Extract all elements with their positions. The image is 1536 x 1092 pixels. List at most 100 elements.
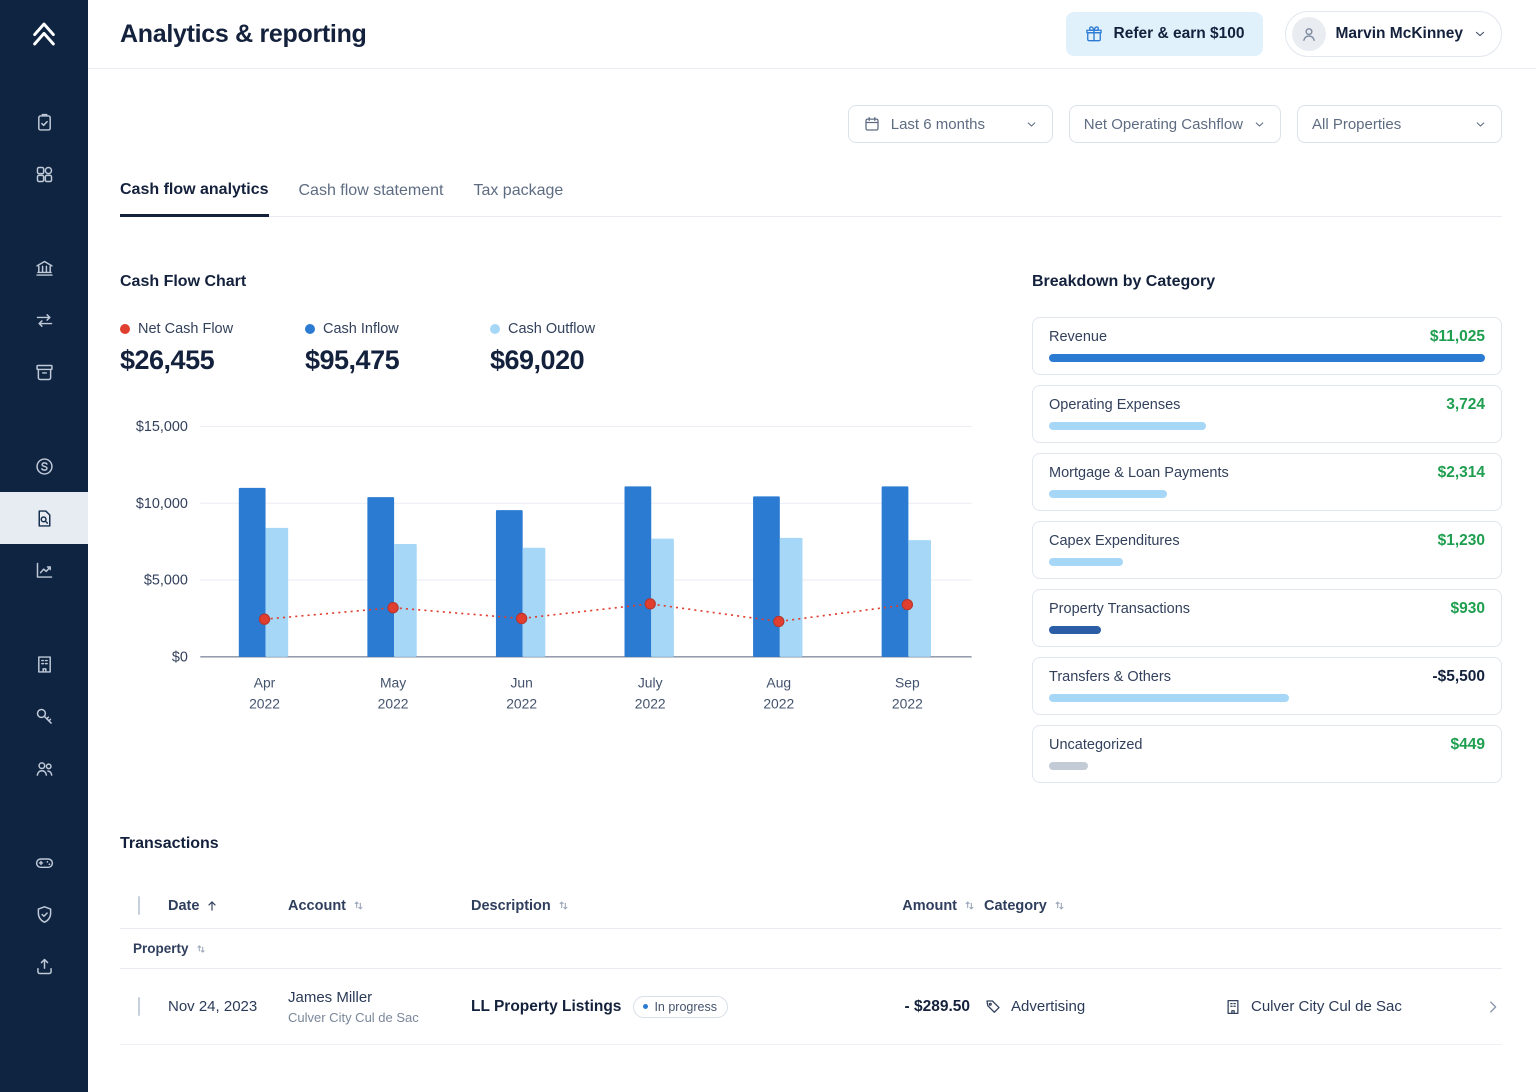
legend-net-cash-flow: Net Cash Flow $26,455 [120, 321, 305, 376]
breakdown-card-uncategorized[interactable]: Uncategorized$449 [1032, 725, 1502, 783]
svg-text:2022: 2022 [506, 695, 537, 711]
column-header-date[interactable]: Date [168, 898, 288, 914]
operating-expenses-bar [1049, 422, 1206, 430]
logo-icon [29, 19, 59, 49]
sidebar-item-integrations[interactable] [0, 836, 88, 888]
breakdown-card-operating-expenses[interactable]: Operating Expenses3,724 [1032, 385, 1502, 443]
send-money-icon [34, 956, 55, 977]
dollar-circle-icon [34, 456, 55, 477]
breakdown-title: Breakdown by Category [1032, 273, 1502, 291]
cash-outflow-dot-icon [490, 324, 500, 334]
breakdown-card-capex[interactable]: Capex Expenditures$1,230 [1032, 521, 1502, 579]
transfers-others-bar [1049, 694, 1289, 702]
svg-text:July: July [638, 675, 663, 691]
property-dropdown[interactable]: All Properties [1297, 105, 1502, 143]
svg-text:Jun: Jun [510, 675, 532, 691]
sort-icon [1053, 899, 1066, 912]
legend-cash-inflow: Cash Inflow $95,475 [305, 321, 490, 376]
refer-earn-button[interactable]: Refer & earn $100 [1066, 12, 1263, 56]
page-content: Last 6 months Net Operating Cashflow All… [88, 69, 1536, 1092]
building-icon [34, 654, 55, 675]
top-bar: Analytics & reporting Refer & earn $100 … [88, 0, 1536, 69]
chevron-down-icon [1253, 118, 1266, 131]
tab-cash-flow-statement[interactable]: Cash flow statement [299, 181, 444, 216]
breakdown-section: Breakdown by Category Revenue$11,025 Ope… [1032, 273, 1502, 783]
chart-legend: Net Cash Flow $26,455 Cash Inflow $95,47… [120, 321, 984, 376]
chevron-down-icon [1473, 27, 1487, 41]
sidebar-item-properties[interactable] [0, 638, 88, 690]
sidebar-item-reports[interactable] [0, 492, 88, 544]
sidebar-item-transfers[interactable] [0, 294, 88, 346]
svg-text:2022: 2022 [249, 695, 280, 711]
people-icon [34, 758, 55, 779]
sidebar-nav [0, 96, 88, 1034]
calendar-icon [863, 115, 881, 133]
breakdown-card-transfers-others[interactable]: Transfers & Others-$5,500 [1032, 657, 1502, 715]
metric-dropdown[interactable]: Net Operating Cashflow [1069, 105, 1281, 143]
clipboard-check-icon [34, 112, 55, 133]
sidebar-item-tasks[interactable] [0, 96, 88, 148]
date-range-dropdown[interactable]: Last 6 months [848, 105, 1053, 143]
select-all-checkbox[interactable] [138, 896, 140, 915]
transactions-table-header: Date Account Description Amount [120, 883, 1502, 929]
uncategorized-bar [1049, 762, 1088, 770]
building-icon [1224, 998, 1242, 1016]
breakdown-cards: Revenue$11,025 Operating Expenses3,724 M… [1032, 317, 1502, 783]
refer-earn-label: Refer & earn $100 [1114, 25, 1245, 43]
breakdown-card-property-transactions[interactable]: Property Transactions$930 [1032, 589, 1502, 647]
sidebar-item-archive[interactable] [0, 346, 88, 398]
transactions-title: Transactions [120, 835, 1502, 853]
chevron-down-icon [1025, 118, 1038, 131]
app-root: Analytics & reporting Refer & earn $100 … [0, 0, 1536, 1092]
gift-icon [1084, 24, 1104, 44]
row-checkbox[interactable] [138, 997, 140, 1016]
main-area: Analytics & reporting Refer & earn $100 … [88, 0, 1536, 1092]
user-menu[interactable]: Marvin McKinney [1285, 11, 1502, 57]
sidebar-item-tenants[interactable] [0, 742, 88, 794]
breakdown-card-revenue[interactable]: Revenue$11,025 [1032, 317, 1502, 375]
cash-inflow-dot-icon [305, 324, 315, 334]
transaction-row[interactable]: Nov 24, 2023 James Miller Culver City Cu… [120, 969, 1502, 1045]
tab-cash-flow-analytics[interactable]: Cash flow analytics [120, 181, 269, 217]
filter-bar: Last 6 months Net Operating Cashflow All… [120, 105, 1502, 143]
tab-bar: Cash flow analytics Cash flow statement … [120, 181, 1502, 217]
sidebar-item-payments[interactable] [0, 440, 88, 492]
row-detail-button[interactable] [1466, 998, 1502, 1016]
sidebar-item-keys[interactable] [0, 690, 88, 742]
svg-text:Apr: Apr [254, 675, 276, 691]
shield-check-icon [34, 904, 55, 925]
revenue-bar [1049, 354, 1485, 362]
cash-flow-chart: $0$5,000$10,000$15,000Apr2022May2022Jun2… [120, 410, 984, 719]
svg-text:2022: 2022 [378, 695, 409, 711]
column-header-account[interactable]: Account [288, 898, 471, 914]
breakdown-card-mortgage-loan[interactable]: Mortgage & Loan Payments$2,314 [1032, 453, 1502, 511]
svg-text:Aug: Aug [766, 675, 791, 691]
transactions-group-row[interactable]: Property [120, 929, 1502, 969]
sidebar-item-dashboard[interactable] [0, 148, 88, 200]
sidebar [0, 0, 88, 1092]
transaction-account: James Miller Culver City Cul de Sac [288, 989, 471, 1025]
svg-text:2022: 2022 [892, 695, 923, 711]
sort-icon [557, 899, 570, 912]
transaction-property: Culver City Cul de Sac [1216, 998, 1466, 1016]
top-bar-actions: Refer & earn $100 Marvin McKinney [1066, 11, 1502, 57]
sidebar-item-analytics[interactable] [0, 544, 88, 596]
chevron-down-icon [1474, 118, 1487, 131]
transaction-description: LL Property Listings In progress [471, 996, 836, 1018]
sidebar-item-banking[interactable] [0, 242, 88, 294]
app-logo[interactable] [0, 0, 88, 68]
sidebar-item-security[interactable] [0, 888, 88, 940]
sidebar-item-payouts[interactable] [0, 940, 88, 992]
grid-icon [34, 164, 55, 185]
page-title: Analytics & reporting [120, 20, 367, 49]
svg-text:$10,000: $10,000 [136, 496, 188, 512]
column-header-category[interactable]: Category [976, 898, 1216, 914]
column-header-description[interactable]: Description [471, 898, 836, 914]
svg-text:2022: 2022 [635, 695, 666, 711]
svg-text:Sep: Sep [895, 675, 920, 691]
column-header-amount[interactable]: Amount [836, 898, 976, 914]
svg-text:2022: 2022 [763, 695, 794, 711]
tab-tax-package[interactable]: Tax package [473, 181, 563, 216]
transaction-category[interactable]: Advertising [976, 998, 1216, 1016]
sort-asc-icon [205, 899, 219, 913]
